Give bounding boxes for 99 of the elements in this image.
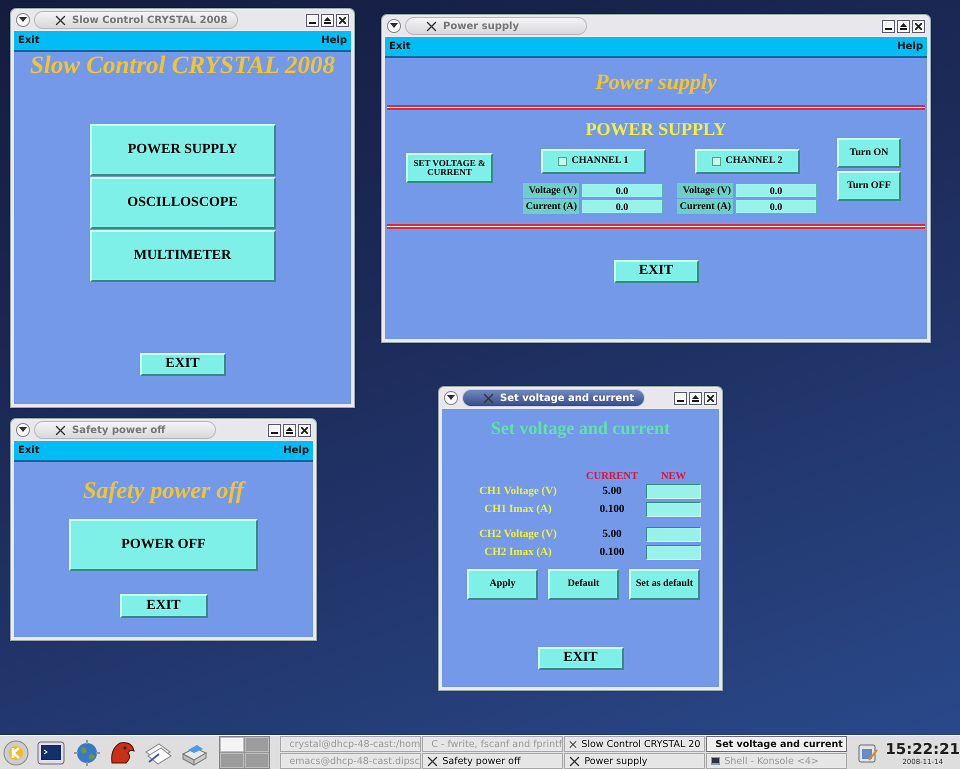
current-value: 0.100	[598, 546, 626, 558]
close-icon	[339, 16, 346, 24]
menu-option-button[interactable]: OSCILLOSCOPE	[90, 177, 276, 229]
reading-label: Voltage (V)	[523, 183, 579, 198]
maximize-button[interactable]	[283, 424, 296, 436]
desktop-thumbnail[interactable]	[220, 753, 244, 768]
close-button[interactable]	[298, 424, 311, 436]
close-icon	[707, 394, 714, 402]
reading-value: 0.0	[735, 183, 817, 198]
clipboard-icon[interactable]	[857, 742, 880, 764]
maximize-button[interactable]	[897, 20, 910, 32]
caret-icon	[19, 17, 27, 23]
close-icon	[301, 426, 308, 434]
exit-button[interactable]: EXIT	[614, 260, 698, 283]
x-logo-icon	[55, 424, 66, 436]
task-button[interactable]: Power supply	[564, 753, 706, 769]
action-button[interactable]: Set as default	[629, 569, 700, 600]
clock-time: 15:22:21	[885, 740, 960, 758]
task-button[interactable]: Set voltage and current	[706, 736, 848, 752]
power-button[interactable]: Turn OFF	[837, 171, 901, 201]
current-value: 0.100	[598, 503, 626, 515]
task-button[interactable]: Safety power off	[422, 753, 564, 769]
exit-button[interactable]: EXIT	[140, 353, 226, 376]
window-menu-button[interactable]	[387, 19, 401, 33]
column-header: CURRENT	[585, 471, 639, 482]
task-button[interactable]: Slow Control CRYSTAL 20	[564, 736, 706, 752]
reading-label: Current (A)	[523, 199, 579, 214]
caret-icon	[390, 23, 398, 29]
window-title: Safety power off	[72, 424, 166, 436]
app-heading: Slow Control CRYSTAL 2008	[30, 52, 335, 80]
menu-item[interactable]: Help	[897, 41, 923, 52]
close-button[interactable]	[912, 20, 925, 32]
maximize-icon	[900, 22, 907, 30]
minimize-button[interactable]	[882, 20, 895, 32]
channel-toggle-button[interactable]: CHANNEL 1	[540, 149, 646, 174]
caret-icon	[19, 427, 27, 433]
parameter-label: CH1 Voltage (V)	[478, 484, 558, 499]
window-menu-button[interactable]	[16, 13, 30, 27]
minimize-button[interactable]	[306, 14, 319, 26]
desktop-thumbnail[interactable]	[220, 737, 244, 752]
close-button[interactable]	[336, 14, 349, 26]
menu-item[interactable]: Exit	[18, 445, 40, 456]
reading-value: 0.0	[581, 199, 663, 214]
power-button[interactable]: Turn ON	[837, 138, 901, 168]
menu-item[interactable]: Help	[283, 445, 309, 456]
current-value: 5.00	[601, 485, 623, 497]
maximize-icon	[324, 16, 331, 24]
set-voltage-button[interactable]: SET VOLTAGE & CURRENT	[406, 153, 493, 183]
parameter-label: CH2 Voltage (V)	[478, 527, 558, 542]
exit-button[interactable]: EXIT	[538, 647, 624, 670]
desktop-thumbnail[interactable]	[245, 737, 270, 752]
new-value-field[interactable]	[646, 544, 701, 560]
menu-option-button[interactable]: MULTIMETER	[90, 230, 276, 282]
column-header: NEW	[660, 471, 688, 482]
x-logo-icon	[427, 756, 438, 766]
caret-icon	[447, 395, 455, 401]
reading-label: Current (A)	[677, 199, 733, 214]
window-menu-button[interactable]	[444, 391, 458, 405]
minimize-button[interactable]	[268, 424, 281, 436]
desktop-thumbnail[interactable]	[245, 753, 270, 768]
window-title: Power supply	[443, 20, 519, 32]
window-title: Set voltage and current	[500, 392, 634, 404]
new-value-field[interactable]	[646, 526, 701, 542]
x-logo-icon	[55, 14, 66, 26]
minimize-button[interactable]	[674, 392, 687, 404]
close-icon	[915, 22, 922, 30]
window-menu-button[interactable]	[16, 423, 30, 437]
reading-label: Voltage (V)	[677, 183, 733, 198]
menu-item[interactable]: Help	[321, 35, 347, 46]
action-button[interactable]: Default	[548, 569, 619, 600]
parameter-label: CH1 Imax (A)	[483, 502, 553, 517]
menu-option-button[interactable]: POWER SUPPLY	[90, 124, 276, 176]
menu-item[interactable]: Exit	[18, 35, 40, 46]
channel-toggle-button[interactable]: CHANNEL 2	[694, 149, 800, 174]
parameter-label: CH2 Imax (A)	[483, 545, 553, 560]
maximize-icon	[692, 394, 699, 402]
window-title: Slow Control CRYSTAL 2008	[72, 14, 228, 26]
maximize-button[interactable]	[689, 392, 702, 404]
close-button[interactable]	[704, 392, 717, 404]
maximize-icon	[286, 426, 293, 434]
action-button[interactable]: Apply	[467, 569, 538, 600]
dialog-heading: Set voltage and current	[490, 418, 670, 439]
x-logo-icon	[426, 20, 437, 32]
power-off-button[interactable]: POWER OFF	[69, 519, 258, 571]
current-value: 5.00	[601, 528, 623, 540]
terminal-icon	[711, 757, 720, 765]
x-logo-icon	[569, 738, 578, 750]
new-value-field[interactable]	[646, 502, 701, 516]
exit-button[interactable]: EXIT	[120, 594, 208, 618]
x-logo-icon	[483, 392, 494, 404]
reading-value: 0.0	[581, 183, 663, 198]
new-value-field[interactable]	[646, 484, 701, 498]
x-logo-icon	[569, 756, 580, 766]
app-heading: Power supply	[595, 69, 717, 95]
reading-value: 0.0	[735, 199, 817, 214]
app-heading: Safety power off	[83, 478, 244, 505]
menu-item[interactable]: Exit	[389, 41, 410, 52]
maximize-button[interactable]	[321, 14, 334, 26]
section-title: POWER SUPPLY	[586, 119, 726, 140]
